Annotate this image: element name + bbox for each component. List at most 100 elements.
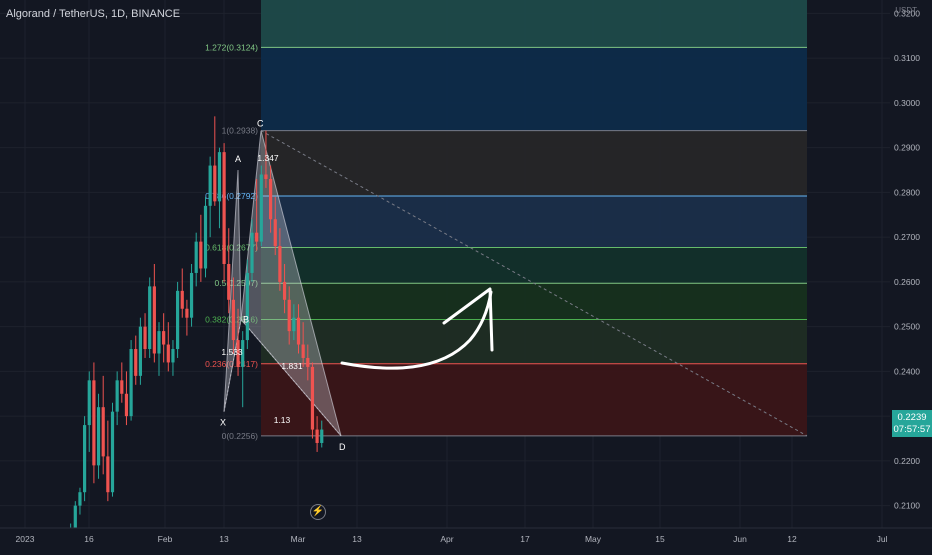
candlestick-chart[interactable]: 1.272(0.3124)1(0.2938)0.786(0.2792)0.618… [0,0,932,550]
time-axis-tick: 13 [352,534,362,544]
candle-body [250,232,254,273]
price-axis-tick: 0.2400 [894,366,920,376]
candle-body [264,174,268,179]
candle-body [189,272,194,318]
candle-body [101,407,105,457]
candle-body [287,299,291,332]
candle-body [180,290,184,309]
candle-body [171,349,175,363]
fib-zone [261,283,807,320]
time-axis-tick: 17 [520,534,530,544]
candle-body [222,152,226,264]
candle-body [315,429,319,443]
candle-body [199,241,203,269]
pattern-ratio-label: 1.347 [257,153,279,163]
pattern-point-label: C [257,119,264,129]
candle-body [227,264,231,300]
candle-body [320,429,324,443]
candle-body [273,219,277,247]
time-axis-tick: 13 [219,534,229,544]
fib-zone [261,130,807,196]
time-axis-tick: 15 [655,534,665,544]
candle-body [194,241,198,273]
candle-body [96,407,101,466]
candle-body [255,232,259,242]
candle-body [306,357,310,367]
price-axis-tick: 0.3100 [894,53,920,63]
candle-body [92,380,96,466]
price-axis-tick: 0.3000 [894,98,920,108]
fib-zone [261,363,807,436]
pattern-point-label: B [243,314,249,324]
time-axis-tick: 2023 [16,534,35,544]
lightning-icon[interactable]: ⚡ [310,504,326,520]
candle-body [292,317,296,332]
time-axis-tick: 16 [84,534,94,544]
candle-body [231,299,235,341]
symbol-title[interactable]: Algorand / TetherUS, 1D, BINANCE [6,8,180,20]
candle-body [269,178,273,220]
last-price-badge: 0.2239 07:57:57 [892,410,932,437]
price-axis-tick: 0.2800 [894,187,920,197]
time-axis-tick: 12 [787,534,797,544]
price-axis-tick: 0.2200 [894,456,920,466]
candle-body [162,331,166,345]
candle-body [259,174,263,242]
candle-body [296,317,301,345]
candle-body [176,290,180,350]
fib-level-label: 1(0.2938) [222,126,259,136]
time-axis-tick: Mar [291,534,306,544]
last-price-value: 0.2239 [897,412,927,423]
candle-body [310,366,315,430]
price-axis-tick: 0.2100 [894,501,920,511]
candle-body [213,165,217,202]
pattern-point-label: A [235,154,241,164]
price-axis-tick: 0.2700 [894,232,920,242]
pattern-ratio-label: 1.533 [221,347,243,357]
time-axis-tick: May [585,534,602,544]
price-axis-tick: 0.2900 [894,143,920,153]
candle-body [134,349,138,376]
fib-zone [261,0,807,48]
time-axis-tick: Jul [877,534,888,544]
fib-level-label: 0.786(0.2792) [205,191,258,201]
candle-body [282,281,287,300]
time-axis-tick: Apr [440,534,453,544]
chart-area[interactable]: 1.272(0.3124) 1(0.2938) 0.786(0.2792) 0.618… [0,0,932,550]
pattern-ratio-label: 1.13 [274,415,291,425]
price-axis-tick: 0.2600 [894,277,920,287]
candle-body [73,505,77,528]
time-axis-tick: Jun [733,534,747,544]
fib-zone [261,47,807,131]
candle-body [217,152,222,202]
candle-body [157,331,161,354]
candle-body [115,380,119,412]
pattern-point-label: D [339,442,346,452]
candle-body [138,326,142,376]
fib-level-label: 0(0.2256) [222,431,259,441]
candle-body [203,205,208,269]
candle-body [185,308,189,318]
fib-zone [261,195,807,248]
fib-level-label: 1.272(0.3124) [205,42,258,52]
pattern-ratio-label: 1.831 [281,361,303,371]
candle-body [83,425,87,493]
candle-body [129,349,133,417]
candle-body [110,411,115,493]
time-axis-tick: Feb [158,534,173,544]
pattern-point-label: X [220,418,226,428]
candle-body [148,286,152,350]
candle-body [124,393,129,417]
candle-body [120,380,124,394]
candle-body [278,246,282,282]
candle-body [208,165,212,206]
candle-body [87,380,91,426]
price-axis-unit: USDT [895,6,917,15]
candle-body [143,326,147,350]
candle-body [78,492,82,506]
bar-countdown: 07:57:57 [893,424,931,435]
candle-body [301,344,305,358]
candle-body [106,456,110,493]
fib-zone [261,319,807,364]
candle-body [245,272,249,341]
